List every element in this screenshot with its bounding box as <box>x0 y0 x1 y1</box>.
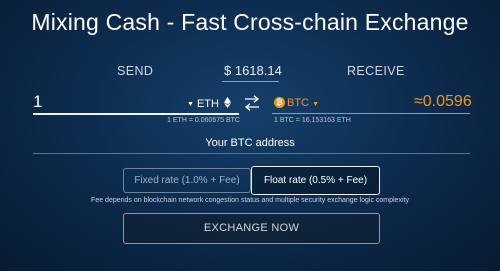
receive-amount-underline <box>272 113 470 114</box>
fixed-rate-button[interactable]: Fixed rate (1.0% + Fee) <box>123 168 251 193</box>
ethereum-icon <box>223 97 231 111</box>
chevron-down-icon: ▼ <box>187 100 194 108</box>
exchange-now-button[interactable]: EXCHANGE NOW <box>123 213 380 244</box>
send-currency-label: ETH <box>196 98 219 110</box>
receive-currency-label: BTC <box>287 97 309 109</box>
float-rate-button[interactable]: Float rate (0.5% + Fee) <box>251 166 380 195</box>
send-label: SEND <box>117 64 154 78</box>
fee-note: Fee depends on blockchain network conges… <box>91 197 409 204</box>
receive-label: RECEIVE <box>347 64 405 78</box>
send-amount-input[interactable]: 1 <box>33 92 42 112</box>
swap-arrows-icon[interactable] <box>243 95 261 116</box>
bitcoin-icon: ₿ <box>274 97 285 108</box>
receive-amount: ≈0.0596 <box>414 93 472 110</box>
send-currency-select[interactable]: ▼ ETH <box>187 97 231 111</box>
address-underline <box>33 153 470 154</box>
price-underline <box>222 81 279 82</box>
usd-price: $ 1618.14 <box>224 63 282 78</box>
receive-currency-select[interactable]: BTC ▼ <box>287 97 319 109</box>
receive-exchange-rate: 1 BTC = 16.153163 ETH <box>274 117 351 124</box>
page-title: Mixing Cash - Fast Cross-chain Exchange <box>31 9 469 35</box>
btc-address-field[interactable]: Your BTC address <box>0 137 500 149</box>
send-amount-underline <box>33 113 239 115</box>
chevron-down-icon: ▼ <box>312 101 319 108</box>
send-exchange-rate: 1 ETH = 0.060675 BTC <box>167 117 240 124</box>
